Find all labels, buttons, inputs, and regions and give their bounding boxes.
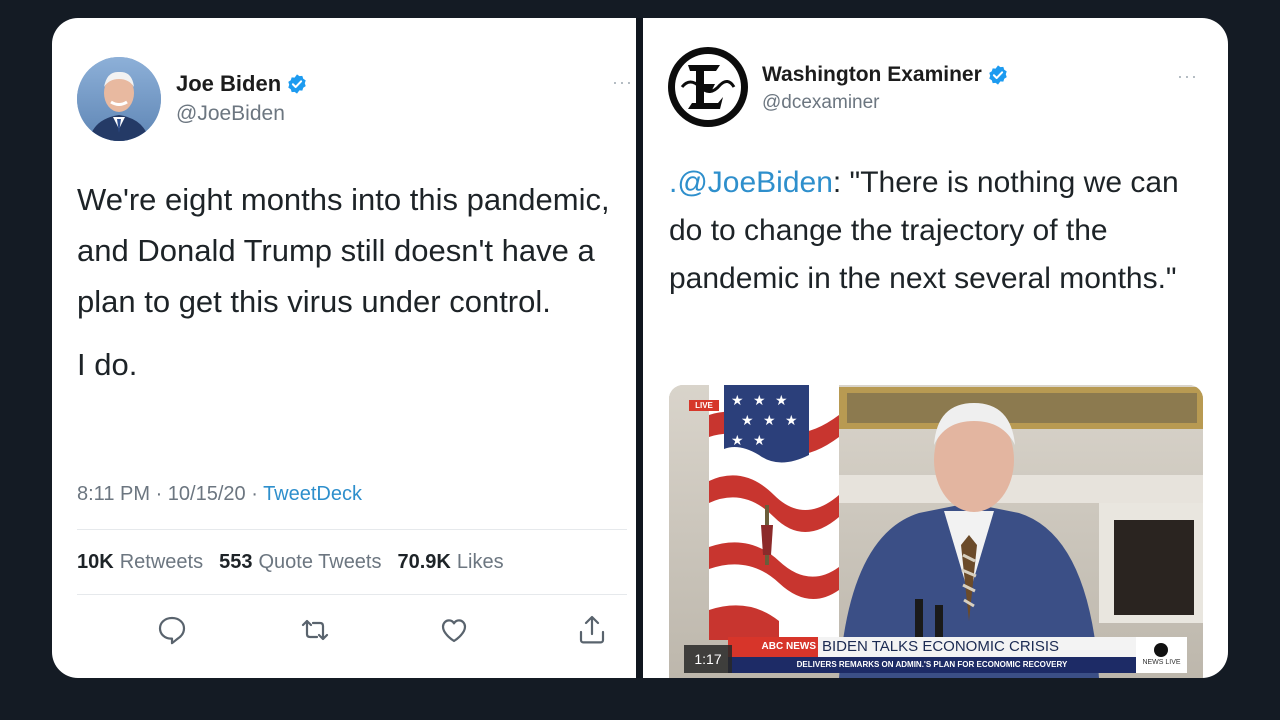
display-name[interactable]: Joe Biden: [176, 71, 281, 97]
quote-tweets-stat[interactable]: 553 Quote Tweets: [219, 551, 381, 574]
network-logo: NEWS LIVE: [1136, 637, 1187, 673]
mention-link[interactable]: .@JoeBiden: [669, 166, 833, 199]
likes-count: 70.9K: [397, 551, 451, 573]
quote-tweets-count: 553: [219, 551, 253, 573]
more-options-icon[interactable]: ···: [612, 72, 633, 93]
meta-separator: ·: [155, 483, 168, 505]
video-thumbnail[interactable]: ★ ★ ★ ★ ★ ★ ★ ★ LIVE 1:17 ABC NEWS BIDEN…: [669, 385, 1203, 678]
verified-badge-icon: [987, 64, 1009, 86]
tweet-joe-biden[interactable]: Joe Biden @JoeBiden ··· We're eight mont…: [52, 18, 636, 678]
divider: [77, 594, 627, 595]
tweet-metadata: 8:11 PM · 10/15/20 · TweetDeck: [77, 483, 362, 506]
svg-text:★: ★: [731, 393, 744, 409]
retweets-label: Retweets: [119, 551, 204, 573]
tweet-stats: 10K Retweets 553 Quote Tweets 70.9K Likes: [77, 551, 504, 574]
live-badge: LIVE: [689, 400, 719, 411]
svg-text:★: ★: [741, 413, 754, 429]
author-name-row[interactable]: Joe Biden: [176, 71, 308, 97]
news-banner: 1:17 ABC NEWS BIDEN TALKS ECONOMIC CRISI…: [684, 637, 1187, 677]
author-handle[interactable]: @dcexaminer: [762, 92, 880, 114]
display-name[interactable]: Washington Examiner: [762, 63, 982, 87]
likes-label: Likes: [456, 551, 504, 573]
svg-text:★: ★: [785, 413, 798, 429]
tweet-actions: [77, 608, 627, 652]
verified-badge-icon: [286, 73, 308, 95]
meta-separator: ·: [251, 483, 264, 505]
panel-divider: [636, 18, 643, 678]
retweet-icon[interactable]: [293, 608, 337, 652]
news-subhead: DELIVERS REMARKS ON ADMIN.'S PLAN FOR EC…: [728, 657, 1136, 673]
video-duration: 1:17: [684, 645, 732, 673]
svg-text:★: ★: [731, 433, 744, 449]
news-network-tag: ABC NEWS: [728, 637, 820, 657]
more-options-icon[interactable]: ···: [1177, 66, 1198, 87]
network-logo-text: NEWS LIVE: [1142, 659, 1181, 666]
share-icon[interactable]: [570, 608, 614, 652]
news-headline: BIDEN TALKS ECONOMIC CRISIS: [818, 637, 1136, 657]
tweet-date: 10/15/20: [167, 483, 246, 505]
avatar[interactable]: [668, 47, 748, 127]
retweets-stat[interactable]: 10K Retweets: [77, 551, 203, 574]
likes-stat[interactable]: 70.9K Likes: [398, 551, 504, 574]
screenshot-frame: Joe Biden @JoeBiden ··· We're eight mont…: [52, 18, 1228, 678]
quote-tweets-label: Quote Tweets: [258, 551, 382, 573]
svg-text:★: ★: [763, 413, 776, 429]
tweet-text: We're eight months into this pandemic, a…: [77, 174, 622, 390]
tweet-time: 8:11 PM: [77, 483, 150, 505]
network-logo-dot-icon: [1154, 643, 1168, 657]
author-handle[interactable]: @JoeBiden: [176, 102, 285, 126]
tweet-paragraph-1: We're eight months into this pandemic, a…: [77, 182, 610, 319]
svg-text:★: ★: [775, 393, 788, 409]
tweet-text: .@JoeBiden: "There is nothing we can do …: [669, 159, 1189, 303]
author-name-row[interactable]: Washington Examiner: [762, 63, 1009, 87]
svg-text:★: ★: [753, 433, 766, 449]
video-scene: ★ ★ ★ ★ ★ ★ ★ ★: [669, 385, 1203, 678]
tweet-washington-examiner[interactable]: Washington Examiner @dcexaminer ··· .@Jo…: [643, 18, 1228, 678]
svg-text:★: ★: [753, 393, 766, 409]
reply-icon[interactable]: [150, 608, 194, 652]
like-icon[interactable]: [432, 608, 476, 652]
avatar[interactable]: [77, 57, 161, 141]
tweet-paragraph-2: I do.: [77, 347, 138, 382]
divider: [77, 529, 627, 530]
tweet-source-link[interactable]: TweetDeck: [263, 483, 362, 505]
retweets-count: 10K: [77, 551, 114, 573]
